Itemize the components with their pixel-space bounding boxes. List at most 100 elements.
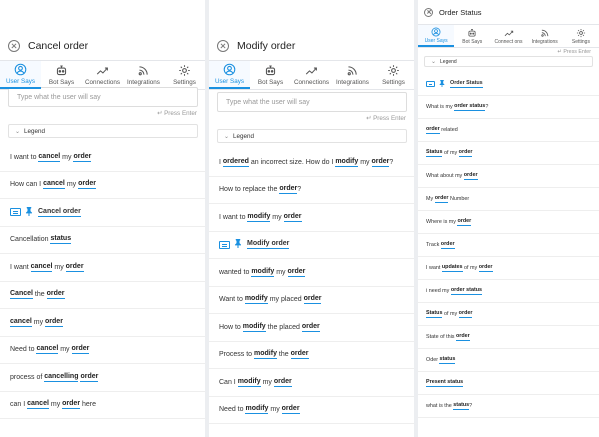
training-phrase-row[interactable]: Process to modify the order — [209, 342, 414, 369]
tab-bot-says[interactable]: Bot Says — [250, 61, 291, 89]
training-phrase-row[interactable]: Want to modify my placed order — [209, 287, 414, 314]
broadcast-icon — [540, 28, 550, 38]
intent-card-icon — [426, 81, 435, 87]
tab-bot-says[interactable]: Bot Says — [454, 25, 490, 47]
entity-keyword: order — [80, 372, 99, 382]
intent-row[interactable]: Modify order — [209, 232, 414, 259]
phrase-text: Need to — [219, 406, 246, 414]
phrase-text: ? — [469, 403, 473, 409]
tab-bar: User Says Bot Says Connections Integrations… — [209, 60, 414, 90]
entity-keyword: status — [439, 356, 456, 364]
legend-toggle[interactable]: ⌄ Legend — [8, 124, 198, 138]
tab-connections[interactable]: Connect ons — [490, 25, 526, 47]
tab-settings[interactable]: Settings — [373, 61, 414, 89]
close-icon[interactable] — [217, 39, 229, 52]
entity-keyword: order — [458, 149, 473, 157]
training-phrase-row[interactable]: wanted to modify my order — [209, 259, 414, 287]
phrase-text: How to replace the — [219, 186, 280, 194]
robot-icon — [55, 64, 68, 77]
entity-keyword: modify — [247, 212, 271, 222]
phrase-text: related — [439, 127, 458, 133]
training-phrase-row[interactable]: What is my order status? — [418, 96, 599, 119]
entity-keyword: Status — [426, 149, 443, 157]
training-phrase-row[interactable]: order related — [418, 119, 599, 142]
tab-integrations[interactable]: Integrations — [123, 61, 164, 89]
legend-toggle[interactable]: ⌄ Legend — [424, 56, 593, 67]
training-phrase-row[interactable]: Need to modify my order — [209, 397, 414, 424]
tab-label: Settings — [173, 79, 196, 86]
training-phrase-row[interactable]: Cancel the order — [0, 282, 205, 309]
user-says-input[interactable]: Type what the user will say — [8, 87, 198, 107]
training-phrase-row[interactable]: what is the status? — [418, 395, 599, 418]
training-phrase-row[interactable]: cancel my order — [0, 309, 205, 337]
training-phrase-row[interactable]: process of cancelling order — [0, 364, 205, 392]
intent-row[interactable]: Cancel order — [0, 199, 205, 227]
phrase-text: my — [260, 378, 274, 386]
entity-keyword: cancel — [30, 262, 53, 272]
chevron-down-icon: ⌄ — [15, 128, 21, 135]
training-phrase-row[interactable]: Status of my order — [418, 303, 599, 326]
training-phrase-row[interactable]: How can I cancel my order — [0, 172, 205, 199]
entity-keyword: order — [45, 317, 63, 327]
legend-label: Legend — [233, 132, 255, 140]
chevron-down-icon: ⌄ — [224, 133, 230, 140]
tab-label: Bot Says — [462, 38, 483, 45]
entity-keyword: order — [65, 262, 84, 272]
entity-keyword: cancel — [10, 317, 32, 327]
close-icon[interactable] — [424, 7, 433, 17]
training-phrase-row[interactable]: can I cancel my order here — [0, 392, 205, 419]
pin-icon — [25, 206, 38, 218]
tab-integrations[interactable]: Integrations — [527, 25, 563, 47]
tab-user-says[interactable]: User Says — [418, 25, 455, 47]
training-phrase-row[interactable]: How to modify the placed order — [209, 314, 414, 342]
training-phrase-row[interactable]: I ordered an incorrect size. How do I mo… — [209, 149, 414, 177]
entity-keyword: modify — [254, 350, 277, 360]
training-phrase-row[interactable]: I want to modify my order — [209, 204, 414, 232]
tab-connections[interactable]: Connections — [291, 61, 332, 89]
training-phrase-row[interactable]: Need to cancel my order — [0, 337, 205, 364]
tab-bar: User Says Bot Says Connect ons Integrations… — [418, 24, 599, 48]
training-phrase-row[interactable]: Oder status — [418, 349, 599, 372]
user-says-input[interactable]: Type what the user will say — [217, 92, 407, 112]
press-enter-label: Press Enter — [164, 110, 197, 117]
training-phrase-row[interactable]: I want to cancel my order — [0, 144, 205, 172]
tab-bot-says[interactable]: Bot Says — [41, 61, 82, 89]
entity-keyword: order — [458, 310, 473, 318]
entity-keyword: order status — [450, 287, 483, 295]
entity-keyword: order — [463, 172, 478, 180]
cancel-order-panel: Cancel order User Says Bot Says Connection… — [0, 0, 205, 437]
phrase-text: wanted to — [219, 268, 252, 276]
close-icon[interactable] — [8, 39, 20, 52]
tab-connections[interactable]: Connections — [82, 61, 123, 89]
legend-toggle[interactable]: ⌄ Legend — [217, 129, 407, 143]
phrase-text: Want to — [219, 296, 245, 304]
training-phrase-row[interactable]: Track order — [418, 234, 599, 257]
entity-keyword: order — [279, 185, 298, 195]
intent-row[interactable]: Order Status — [418, 73, 599, 96]
phrase-text: How can I — [10, 181, 44, 189]
tab-settings[interactable]: Settings — [563, 25, 599, 47]
phrase-text: I want to — [10, 153, 39, 161]
tab-user-says[interactable]: User Says — [209, 61, 250, 89]
phrase-text: the — [276, 351, 291, 359]
training-phrase-row[interactable]: Where is my order — [418, 211, 599, 234]
tab-settings[interactable]: Settings — [164, 61, 205, 89]
training-phrase-row[interactable]: What about my order — [418, 165, 599, 188]
training-phrase-row[interactable]: State of this order — [418, 326, 599, 349]
training-phrase-row[interactable]: How to replace the order? — [209, 177, 414, 204]
tab-integrations[interactable]: Integrations — [332, 61, 373, 89]
training-phrase-row[interactable]: Can I modify my order — [209, 369, 414, 397]
tab-user-says[interactable]: User Says — [0, 61, 41, 89]
training-phrase-row[interactable]: Cancellation status — [0, 227, 205, 254]
training-phrase-row[interactable]: i need my order status — [418, 280, 599, 303]
panel-header: Order Status — [418, 0, 599, 24]
training-phrase-row[interactable]: My order Number — [418, 188, 599, 211]
entity-keyword: cancel — [43, 180, 65, 190]
trend-line-icon — [96, 64, 109, 77]
training-phrase-row[interactable]: I want cancel my order — [0, 254, 205, 282]
training-phrase-row[interactable]: Status of my order — [418, 142, 599, 165]
training-phrase-row[interactable]: I want updates of my order — [418, 257, 599, 280]
entity-keyword: modify — [245, 405, 269, 415]
panel-title: Modify order — [237, 39, 296, 52]
training-phrase-row[interactable]: Present status — [418, 372, 599, 395]
